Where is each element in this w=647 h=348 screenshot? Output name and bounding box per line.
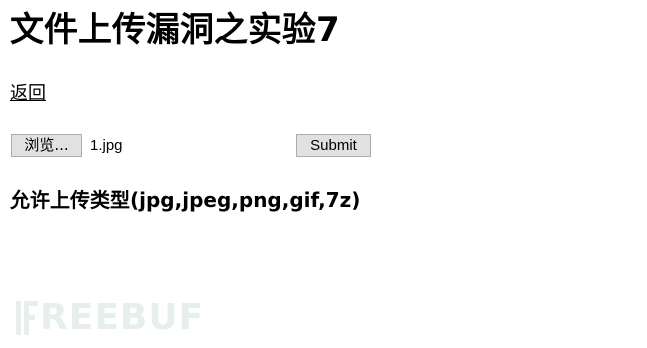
submit-button[interactable]: Submit: [296, 134, 371, 157]
freebuf-logo-icon: [16, 301, 38, 335]
browse-button[interactable]: 浏览...: [11, 134, 82, 157]
selected-file-name: 1.jpg: [90, 137, 123, 154]
watermark-text: REEBUF: [40, 297, 205, 338]
upload-form: 浏览... 1.jpg Submit: [10, 134, 630, 160]
allowed-types-label: 允许上传类型(jpg,jpeg,png,gif,7z): [10, 188, 361, 212]
page-title: 文件上传漏洞之实验7: [10, 10, 340, 50]
back-link[interactable]: 返回: [10, 82, 46, 106]
freebuf-watermark: REEBUF: [16, 296, 204, 340]
